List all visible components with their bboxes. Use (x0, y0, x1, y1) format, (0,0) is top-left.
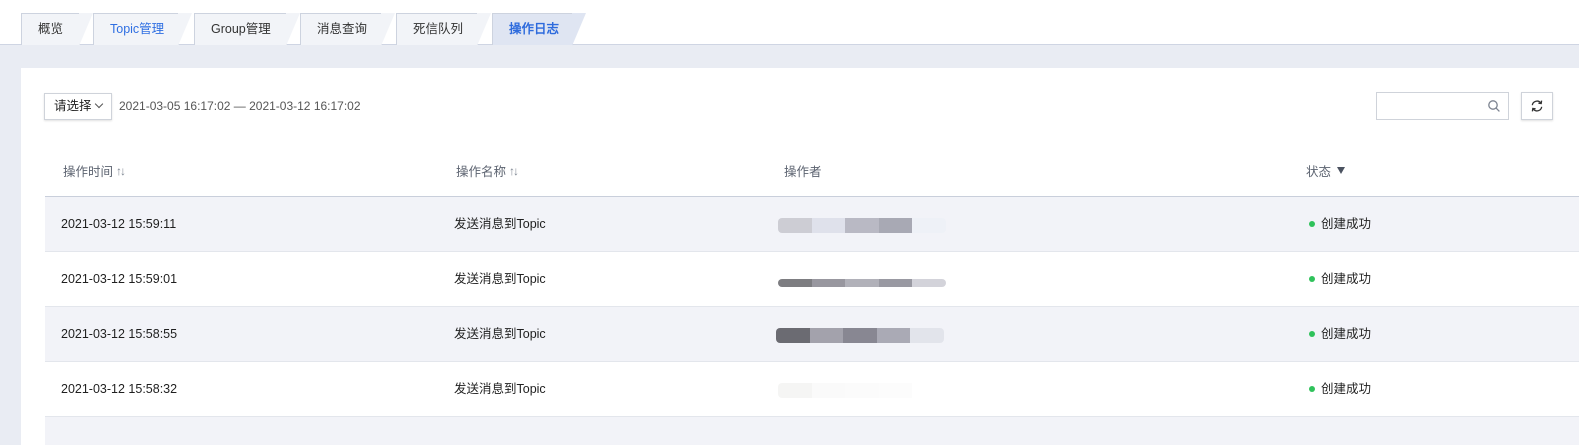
status-success-dot (1309, 275, 1315, 282)
column-header-operator-label: 操作者 (784, 165, 822, 179)
column-header-status-label: 状态 (1306, 165, 1332, 179)
filter-icon[interactable] (1337, 167, 1346, 174)
tab-group-management[interactable]: Group管理 (194, 13, 300, 46)
refresh-button[interactable] (1521, 92, 1553, 120)
row-status-label: 创建成功 (1321, 327, 1372, 341)
row-status-label: 创建成功 (1321, 217, 1372, 231)
tab-bar: 概览 Topic管理 Group管理 消息查询 死信队列 操作日志 (0, 0, 1579, 46)
search-icon[interactable] (1487, 99, 1501, 113)
filter-select-label: 请选择 (54, 99, 92, 113)
tab-message-query[interactable]: 消息查询 (300, 13, 395, 46)
row-time: 2021-03-12 15:59:01 (61, 272, 178, 286)
row-action: 发送消息到Topic (454, 217, 546, 231)
row-time: 2021-03-12 15:59:11 (61, 217, 177, 231)
row-time: 2021-03-12 15:58:32 (61, 382, 178, 396)
row-time: 2021-03-12 15:58:55 (61, 327, 178, 341)
tab-operation-log[interactable]: 操作日志 (492, 13, 586, 46)
operator-redacted-image (778, 218, 946, 233)
table-row[interactable]: 2021-03-12 15:58:32 发送消息到Topic 创建成功 (45, 362, 1579, 417)
column-header-time[interactable]: 操作时间 ↑↓ (63, 161, 126, 180)
row-status-label: 创建成功 (1321, 382, 1372, 396)
status-success-dot (1309, 220, 1315, 227)
search-box (1376, 92, 1509, 120)
table-row[interactable]: 2021-03-12 15:59:11 发送消息到Topic 创建成功 (45, 197, 1579, 252)
operation-log-panel: 请选择 2021-03-05 16:17:02 — 2021-03-12 16:… (21, 68, 1579, 445)
sort-icon[interactable]: ↑↓ (116, 164, 126, 178)
column-header-time-label: 操作时间 (63, 165, 114, 179)
column-header-action-label: 操作名称 (456, 165, 507, 179)
row-action: 发送消息到Topic (454, 382, 546, 396)
operator-redacted-image (778, 279, 946, 287)
date-range-text: 2021-03-05 16:17:02 — 2021-03-12 16:17:0… (119, 99, 361, 113)
status-success-dot (1309, 330, 1315, 337)
row-status: 创建成功 (1309, 252, 1371, 307)
tab-topic-management[interactable]: Topic管理 (93, 13, 192, 46)
tab-overview[interactable]: 概览 (21, 13, 93, 46)
row-status-label: 创建成功 (1321, 272, 1372, 286)
table-row[interactable]: 2021-03-12 15:58:55 发送消息到Topic 创建成功 (45, 307, 1579, 362)
row-status: 创建成功 (1309, 362, 1371, 417)
row-status: 创建成功 (1309, 197, 1371, 252)
table-row[interactable]: 2021-03-12 15:59:01 发送消息到Topic 创建成功 (45, 252, 1579, 307)
row-action: 发送消息到Topic (454, 272, 546, 286)
column-header-action[interactable]: 操作名称 ↑↓ (456, 161, 519, 180)
column-header-operator: 操作者 (784, 161, 822, 180)
refresh-icon (1531, 100, 1543, 112)
column-header-status[interactable]: 状态 (1306, 161, 1346, 180)
operator-redacted-image (778, 383, 946, 398)
sort-icon[interactable]: ↑↓ (509, 164, 519, 178)
tab-dead-letter-queue[interactable]: 死信队列 (396, 13, 491, 46)
search-input[interactable] (1377, 93, 1482, 119)
filter-select[interactable]: 请选择 (44, 93, 112, 120)
status-success-dot (1309, 385, 1315, 392)
row-action: 发送消息到Topic (454, 327, 546, 341)
table-header: 操作时间 ↑↓ 操作名称 ↑↓ 操作者 状态 (45, 138, 1579, 197)
operator-redacted-image (776, 328, 944, 343)
chevron-down-icon (94, 99, 104, 109)
table-row[interactable] (45, 417, 1579, 445)
row-status: 创建成功 (1309, 307, 1371, 362)
